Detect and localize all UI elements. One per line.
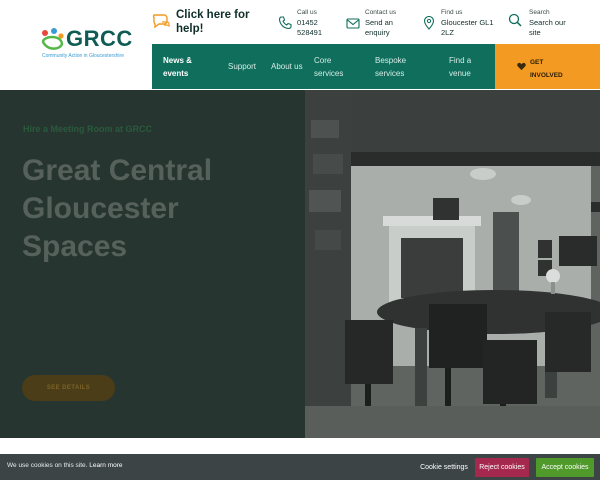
meeting-room-illustration (305, 90, 600, 438)
accept-cookies-button[interactable]: Accept cookies (536, 458, 594, 477)
contact-value: Send an enquiry (365, 18, 393, 37)
see-details-button[interactable]: SEE DETAILS (22, 375, 115, 401)
heart-icon (517, 62, 526, 71)
nav-item-find-venue[interactable]: Find a venue (449, 44, 481, 89)
grcc-logo[interactable]: GRCC Community Action in Gloucestershire (40, 26, 140, 64)
cookie-settings-button[interactable]: Cookie settings (416, 458, 472, 477)
phone-icon (278, 16, 292, 30)
section-divider (0, 438, 600, 454)
learn-more-link[interactable]: Learn more (89, 462, 122, 469)
search-link[interactable]: Search Search our site (508, 8, 588, 40)
meeting-room-photo (305, 90, 600, 438)
envelope-icon (346, 18, 360, 29)
nav-item-support[interactable]: Support (228, 44, 268, 89)
find-us-link[interactable]: Find us Gloucester GL1 2LZ (422, 8, 502, 40)
contact-label: Contact us (365, 9, 397, 16)
contact-value: 01452 528491 (297, 18, 323, 37)
nav-item-core-services[interactable]: Core services (314, 44, 356, 89)
nav-item-about-us[interactable]: About us (271, 44, 303, 89)
search-icon (508, 13, 522, 27)
page: GRCC Community Action in Gloucestershire… (0, 0, 600, 480)
logo-people-icon (41, 28, 64, 50)
cookie-message: We use cookies on this site. Learn more (7, 462, 123, 469)
nav-item-label: Core services (314, 55, 344, 78)
hero-banner: Hire a Meeting Room at GRCC Great Centra… (0, 90, 600, 438)
help-link[interactable]: Click here for help! (152, 8, 267, 38)
nav-item-label: Bespoke services (375, 55, 407, 78)
contact-value: Gloucester GL1 2LZ (441, 18, 494, 37)
nav-item-label: News & events (163, 55, 192, 78)
contact-value: Search our site (529, 18, 566, 37)
hero-title: Great Central Gloucester Spaces (22, 154, 213, 263)
map-pin-icon (423, 16, 435, 30)
nav-item-label: Find a venue (449, 55, 472, 78)
help-text: Click here for help! (176, 9, 250, 35)
hero-eyebrow: Hire a Meeting Room at GRCC (23, 124, 153, 134)
cookie-message-text: We use cookies on this site. (7, 462, 88, 469)
nav-item-bespoke-services[interactable]: Bespoke services (375, 44, 417, 89)
nav-item-label: Support (228, 62, 257, 71)
nav-item-label: About us (271, 62, 303, 71)
get-involved-button[interactable]: GET INVOLVED (495, 44, 600, 89)
contact-us-link[interactable]: Contact us Send an enquiry (346, 8, 418, 40)
contact-label: Search (529, 9, 550, 16)
contact-label: Find us (441, 9, 463, 16)
hero-text-panel: Hire a Meeting Room at GRCC Great Centra… (0, 90, 305, 438)
logo-tagline: Community Action in Gloucestershire (42, 53, 124, 59)
main-nav: News & events Support About us Core serv… (152, 44, 495, 89)
logo-wordmark: GRCC (66, 26, 133, 51)
call-us-link[interactable]: Call us 01452 528491 (278, 8, 340, 40)
contact-label: Call us (297, 9, 317, 16)
speech-bubble-icon (152, 14, 170, 29)
cookie-banner: We use cookies on this site. Learn more … (0, 454, 600, 480)
get-involved-label: GET INVOLVED (530, 59, 563, 79)
nav-item-news-events[interactable]: News & events (163, 44, 213, 89)
reject-cookies-button[interactable]: Reject cookies (475, 458, 529, 477)
